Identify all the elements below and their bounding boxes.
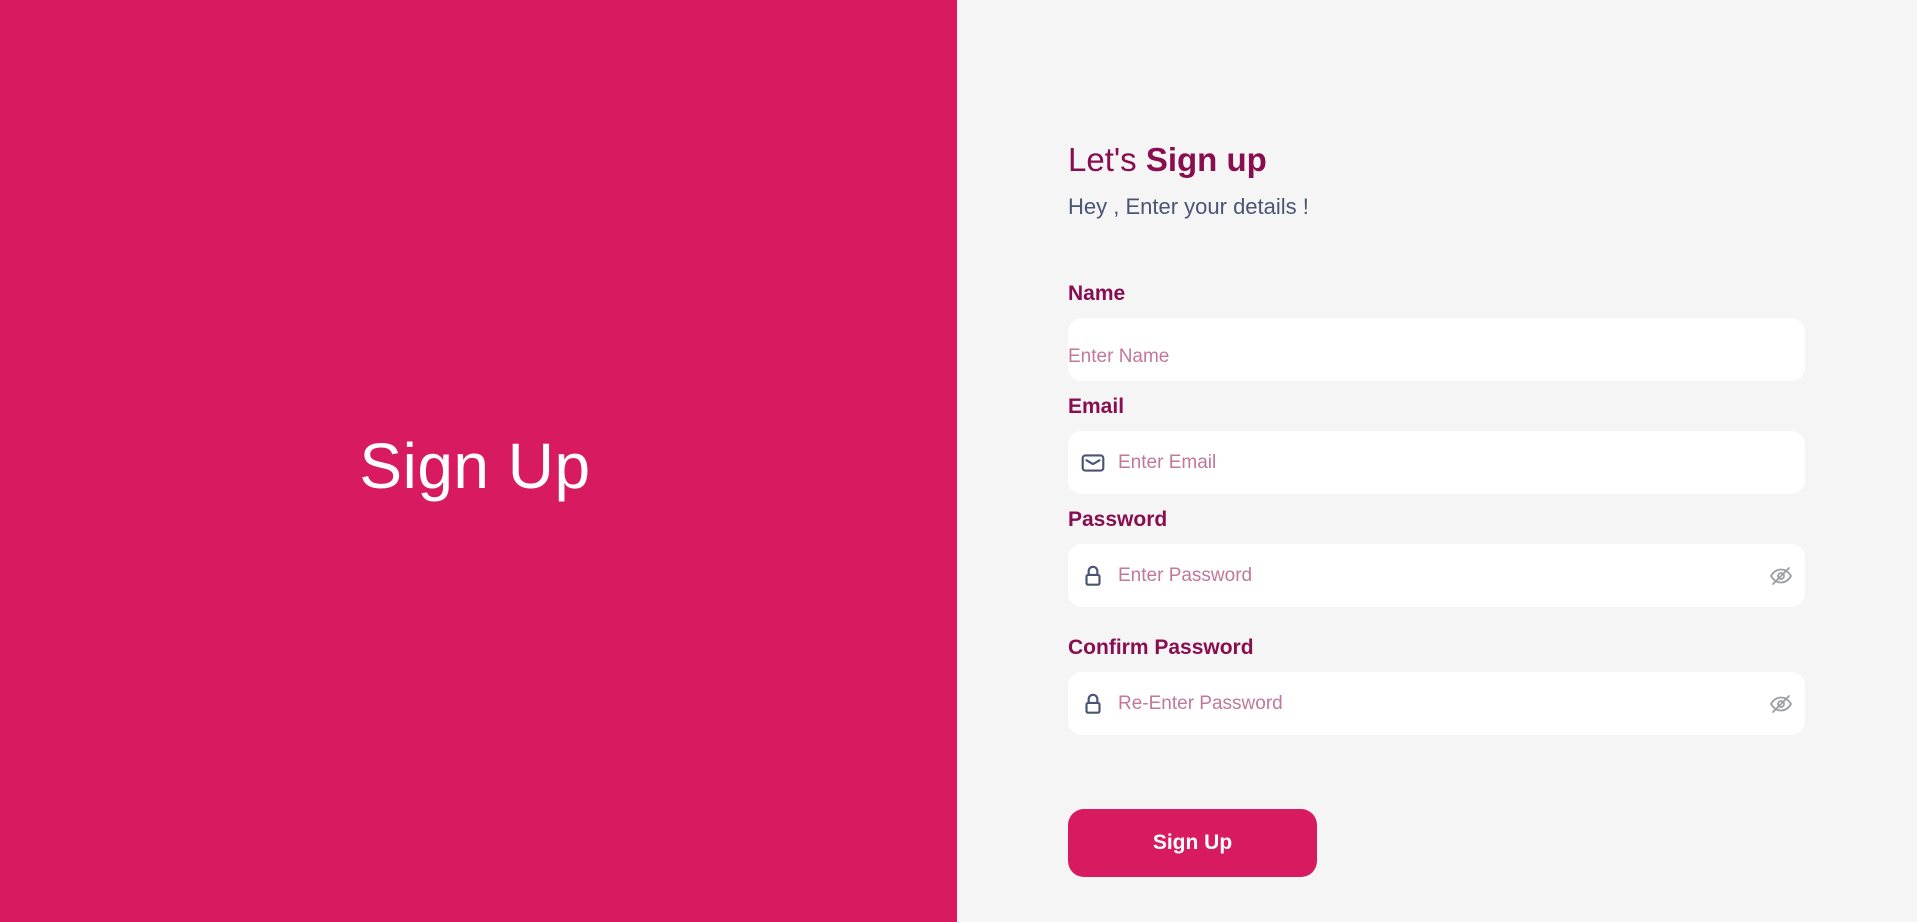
email-label: Email — [1068, 395, 1125, 418]
name-field-container — [1068, 318, 1805, 381]
confirm-password-input[interactable] — [1118, 672, 1738, 735]
confirm-password-field-container — [1068, 672, 1805, 735]
sign-up-button[interactable]: Sign Up — [1068, 809, 1317, 877]
brand-panel-title: Sign Up — [359, 430, 591, 502]
email-input[interactable] — [1118, 431, 1788, 494]
eye-off-icon[interactable] — [1769, 564, 1793, 588]
name-label: Name — [1068, 282, 1126, 305]
email-field-container — [1068, 431, 1805, 494]
password-label: Password — [1068, 508, 1168, 531]
form-heading-light: Let's — [1068, 141, 1146, 178]
form-subheading: Hey , Enter your details ! — [1068, 194, 1309, 219]
signup-page: Sign Up Let's Sign up Hey , Enter your d… — [0, 0, 1917, 922]
eye-off-icon[interactable] — [1769, 692, 1793, 716]
mail-icon — [1081, 454, 1105, 472]
form-heading-bold: Sign up — [1145, 141, 1267, 178]
brand-panel: Sign Up — [0, 0, 957, 922]
name-input[interactable] — [1068, 318, 1788, 381]
form-heading: Let's Sign up — [1068, 140, 1267, 180]
form-panel: Let's Sign up Hey , Enter your details !… — [957, 0, 1917, 922]
lock-icon — [1085, 565, 1101, 586]
password-field-container — [1068, 544, 1805, 607]
password-input[interactable] — [1118, 544, 1738, 607]
lock-icon — [1085, 693, 1101, 714]
confirm-password-label: Confirm Password — [1068, 636, 1254, 659]
